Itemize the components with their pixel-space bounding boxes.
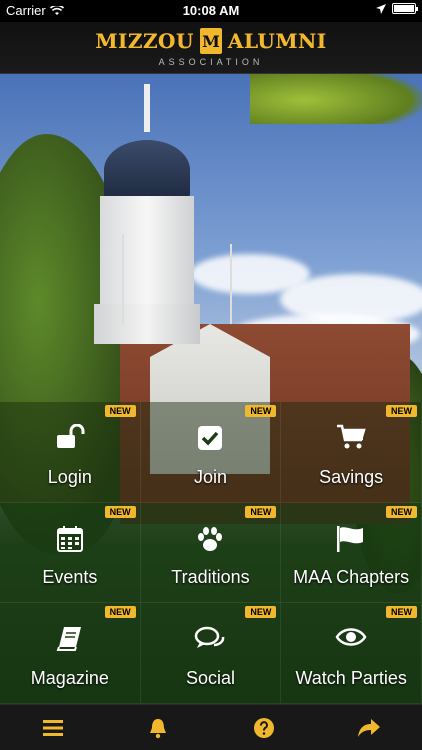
tile-label: Join [193,466,227,487]
flag-icon [281,525,421,553]
new-badge: NEW [245,606,277,619]
new-badge: NEW [386,505,417,518]
help-icon [253,717,274,738]
share-button[interactable] [349,708,389,748]
tile-savings[interactable]: NEW Savings [281,402,422,503]
tile-events[interactable]: NEW Events [0,502,141,604]
logo-subtitle: ASSOCIATION [158,57,264,67]
tile-login[interactable]: NEW Login [0,402,141,503]
battery-icon [392,3,418,14]
eye-icon [281,625,421,649]
chat-icon [141,625,281,653]
tile-label: Watch Parties [295,667,407,688]
tile-social[interactable]: NEW Social [140,603,282,704]
tile-label: MAA Chapters [293,567,410,588]
logo-word-right: ALUMNI [227,29,327,53]
help-button[interactable] [244,708,284,748]
paw-icon [141,525,281,553]
new-badge: NEW [104,405,136,417]
bottom-tab-bar [0,704,422,750]
tile-join[interactable]: NEW Join [140,402,282,503]
unlock-icon [0,424,140,450]
app-header: MIZZOU M ALUMNI ASSOCIATION [0,22,422,74]
tile-traditions[interactable]: NEW Traditions [140,502,282,604]
book-icon [0,625,140,653]
new-badge: NEW [386,405,417,417]
share-icon [358,718,381,737]
tile-maa-chapters[interactable]: NEW MAA Chapters [281,502,422,604]
tile-label: Events [42,567,98,588]
logo-badge: M [199,28,222,54]
notifications-button[interactable] [138,708,178,748]
mizzou-alumni-logo: MIZZOU M ALUMNI [0,28,422,54]
status-bar: Carrier 10:08 AM [0,0,422,22]
new-badge: NEW [245,505,277,518]
checkbox-icon [141,424,281,452]
clock: 10:08 AM [182,3,240,18]
tile-label: Magazine [30,667,109,688]
tile-watch-parties[interactable]: NEW Watch Parties [281,603,422,704]
new-badge: NEW [386,606,417,619]
new-badge: NEW [104,606,136,619]
menu-grid: NEW Login NEW Join NEW Savings NEW Event… [0,402,422,704]
tile-label: Savings [319,466,384,487]
menu-icon [42,719,63,736]
menu-button[interactable] [33,708,73,748]
tile-label: Login [47,466,92,487]
tile-label: Traditions [171,567,250,588]
location-arrow-icon [376,3,386,14]
new-badge: NEW [245,405,277,417]
bell-icon [150,718,167,738]
tile-magazine[interactable]: NEW Magazine [0,603,141,704]
logo-word-left: MIZZOU [95,29,194,53]
cart-icon [281,424,421,450]
tile-label: Social [185,667,235,688]
new-badge: NEW [104,505,136,518]
calendar-icon [0,525,140,553]
